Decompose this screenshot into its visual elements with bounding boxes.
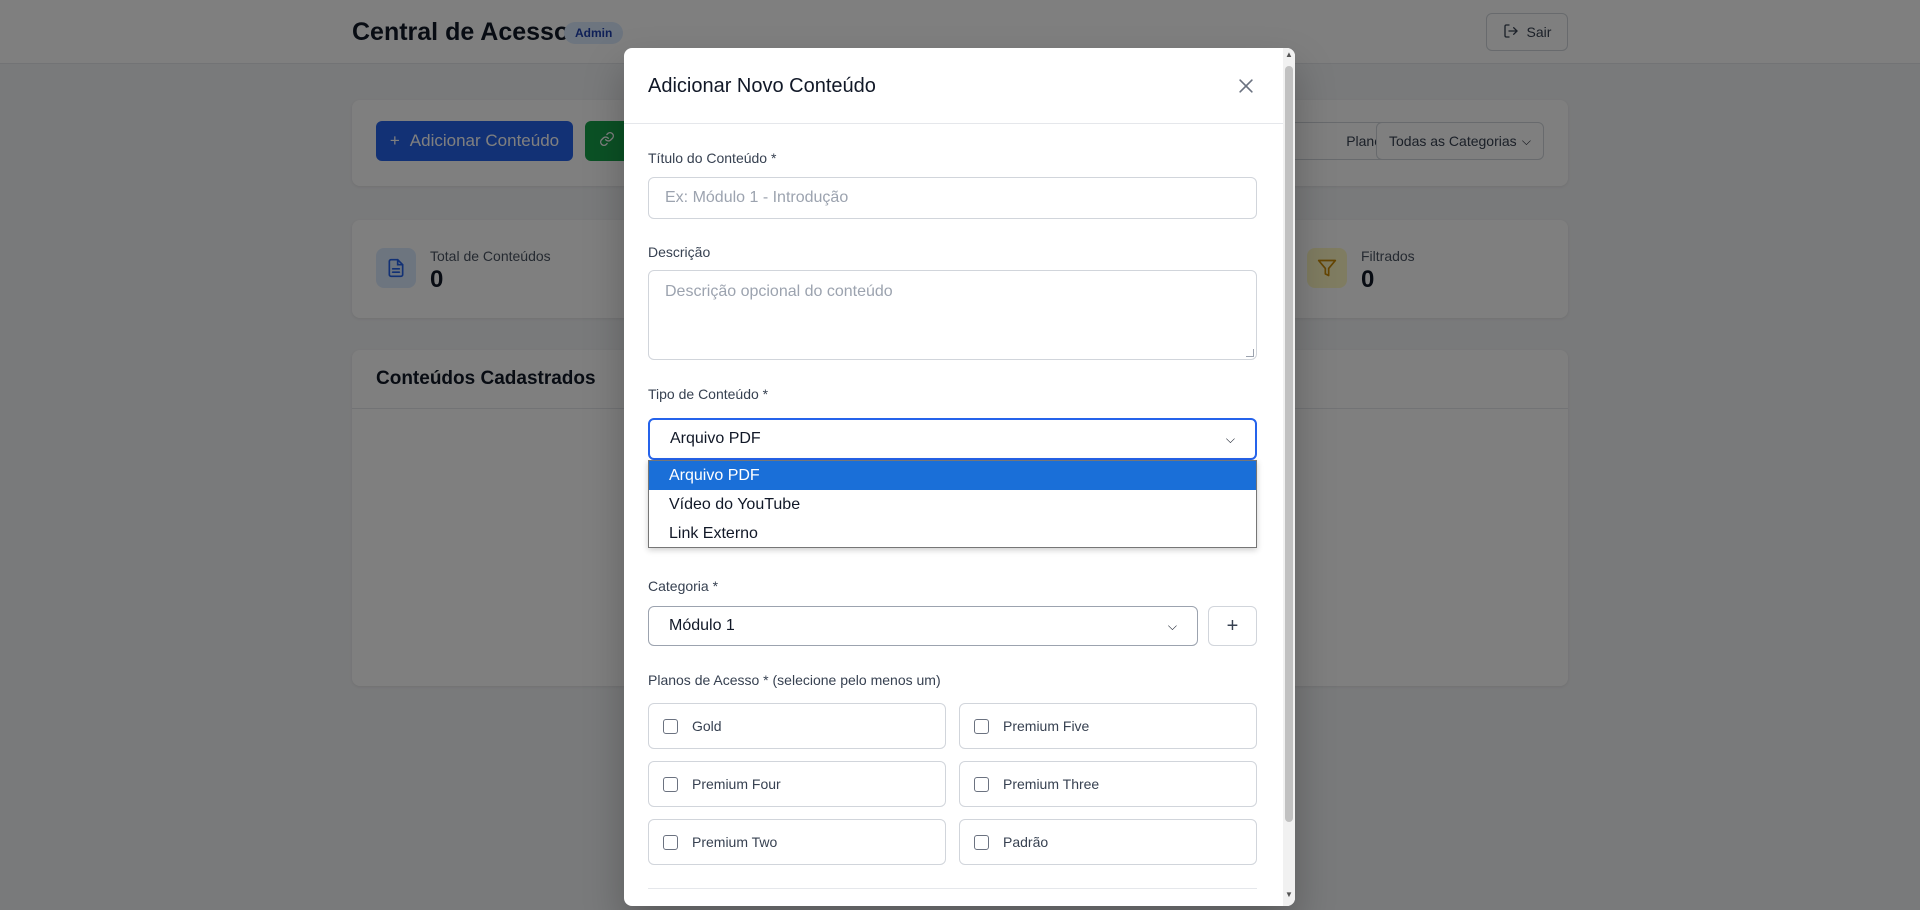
chevron-down-icon: ⌵ bbox=[1167, 618, 1177, 633]
category-select[interactable]: Módulo 1 ⌵ bbox=[648, 606, 1198, 646]
category-value: Módulo 1 bbox=[669, 617, 735, 634]
title-label: Título do Conteúdo * bbox=[648, 150, 777, 166]
scroll-thumb[interactable] bbox=[1285, 66, 1293, 822]
content-type-value: Arquivo PDF bbox=[670, 430, 761, 447]
plus-icon: + bbox=[1226, 614, 1239, 637]
checkbox[interactable] bbox=[663, 718, 678, 734]
scroll-up-icon[interactable]: ▲ bbox=[1285, 50, 1293, 59]
scroll-down-icon[interactable]: ▼ bbox=[1285, 890, 1293, 899]
plan-label: Premium Three bbox=[1003, 776, 1100, 792]
description-label: Descrição bbox=[648, 244, 711, 260]
checkbox[interactable] bbox=[974, 718, 989, 734]
plan-label: Premium Four bbox=[692, 776, 781, 792]
description-placeholder: Descrição opcional do conteúdo bbox=[665, 283, 893, 300]
close-icon bbox=[1239, 79, 1253, 93]
plan-option-padrao[interactable]: Padrão bbox=[959, 819, 1257, 865]
resize-handle[interactable] bbox=[1246, 349, 1254, 357]
option-pdf[interactable]: Arquivo PDF bbox=[649, 461, 1256, 490]
plan-option-premium-five[interactable]: Premium Five bbox=[959, 703, 1257, 749]
category-label: Categoria * bbox=[648, 578, 719, 594]
add-content-modal: Adicionar Novo Conteúdo Título do Conteú… bbox=[624, 48, 1295, 906]
divider bbox=[648, 888, 1257, 889]
plan-label: Premium Five bbox=[1003, 718, 1090, 734]
plan-label: Gold bbox=[692, 718, 722, 734]
modal-title: Adicionar Novo Conteúdo bbox=[648, 75, 876, 97]
option-external-link[interactable]: Link Externo bbox=[649, 519, 1256, 548]
checkbox[interactable] bbox=[974, 776, 989, 792]
content-type-select[interactable]: Arquivo PDF ⌵ bbox=[648, 418, 1257, 460]
plans-label: Planos de Acesso * (selecione pelo menos… bbox=[648, 672, 941, 688]
plan-option-premium-three[interactable]: Premium Three bbox=[959, 761, 1257, 807]
modal-header: Adicionar Novo Conteúdo bbox=[624, 48, 1283, 124]
description-textarea[interactable]: Descrição opcional do conteúdo bbox=[648, 270, 1257, 360]
plan-label: Premium Two bbox=[692, 834, 778, 850]
checkbox[interactable] bbox=[974, 834, 989, 850]
checkbox[interactable] bbox=[663, 776, 678, 792]
modal-scrollbar[interactable]: ▲ ▼ bbox=[1283, 48, 1295, 906]
plan-option-premium-four[interactable]: Premium Four bbox=[648, 761, 946, 807]
type-label: Tipo de Conteúdo * bbox=[648, 386, 769, 402]
plan-label: Padrão bbox=[1003, 834, 1049, 850]
content-type-dropdown: Arquivo PDF Vídeo do YouTube Link Extern… bbox=[648, 460, 1257, 548]
checkbox[interactable] bbox=[663, 834, 678, 850]
close-button[interactable] bbox=[1232, 72, 1260, 100]
title-input[interactable]: Ex: Módulo 1 - Introdução bbox=[648, 177, 1257, 219]
plan-option-gold[interactable]: Gold bbox=[648, 703, 946, 749]
title-placeholder: Ex: Módulo 1 - Introdução bbox=[665, 189, 849, 206]
add-category-button[interactable]: + bbox=[1208, 606, 1257, 646]
option-youtube[interactable]: Vídeo do YouTube bbox=[649, 490, 1256, 519]
plan-option-premium-two[interactable]: Premium Two bbox=[648, 819, 946, 865]
chevron-down-icon: ⌵ bbox=[1225, 431, 1235, 446]
